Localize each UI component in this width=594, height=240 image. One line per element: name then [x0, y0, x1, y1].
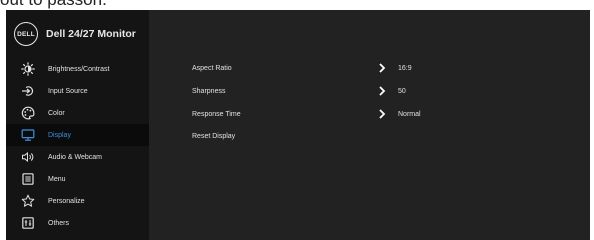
setting-row-aspect-ratio[interactable]: Aspect Ratio 16:9: [192, 60, 472, 76]
monitor-model-title: Dell 24/27 Monitor: [46, 28, 136, 40]
sidebar-item-label: Audio & Webcam: [48, 153, 102, 161]
setting-label: Aspect Ratio: [192, 64, 232, 72]
sidebar-item-menu[interactable]: Menu: [6, 168, 149, 190]
sidebar-item-others[interactable]: Others: [6, 212, 149, 234]
chevron-right-icon: [379, 109, 386, 119]
sidebar-item-label: Brightness/Contrast: [48, 65, 110, 73]
sidebar-item-brightness-contrast[interactable]: Brightness/Contrast: [6, 58, 149, 80]
setting-label: Reset Display: [192, 132, 236, 140]
chevron-right-icon: [379, 63, 386, 73]
osd-sidebar: DELL Dell 24/27 Monitor Brightness/Contr…: [6, 10, 149, 240]
others-icon: [20, 215, 36, 231]
sidebar-item-label: Others: [48, 219, 70, 227]
monitor-icon: [20, 127, 36, 143]
setting-row-reset-display[interactable]: Reset Display: [192, 128, 472, 144]
monitor-osd-menu: DELL Dell 24/27 Monitor Brightness/Contr…: [6, 10, 590, 240]
sidebar-item-label: Menu: [48, 175, 66, 183]
sidebar-item-display[interactable]: Display: [6, 124, 149, 146]
dell-logo-text: DELL: [17, 30, 35, 38]
sidebar-item-personalize[interactable]: Personalize: [6, 190, 149, 212]
osd-header: DELL Dell 24/27 Monitor: [6, 10, 149, 58]
setting-label: Response Time: [192, 110, 241, 118]
chevron-right-icon: [379, 86, 386, 96]
menu-icon: [20, 171, 36, 187]
setting-row-sharpness[interactable]: Sharpness 50: [192, 83, 472, 99]
sidebar-item-color[interactable]: Color: [6, 102, 149, 124]
setting-label: Sharpness: [192, 87, 226, 95]
sidebar-item-label: Input Source: [48, 87, 88, 95]
palette-icon: [20, 105, 36, 121]
setting-value: 16:9: [398, 64, 412, 72]
sidebar-item-label: Color: [48, 109, 65, 117]
setting-value: Normal: [398, 110, 421, 118]
input-source-icon: [20, 83, 36, 99]
partial-caption-text: out to passon.: [0, 0, 107, 9]
sidebar-item-label: Display: [48, 131, 71, 139]
setting-value: 50: [398, 87, 406, 95]
brightness-icon: [20, 61, 36, 77]
sidebar-item-audio-webcam[interactable]: Audio & Webcam: [6, 146, 149, 168]
setting-row-response-time[interactable]: Response Time Normal: [192, 106, 472, 122]
star-icon: [20, 193, 36, 209]
sidebar-item-label: Personalize: [48, 197, 85, 205]
sidebar-item-input-source[interactable]: Input Source: [6, 80, 149, 102]
speaker-icon: [20, 149, 36, 165]
dell-logo: DELL: [14, 22, 38, 46]
